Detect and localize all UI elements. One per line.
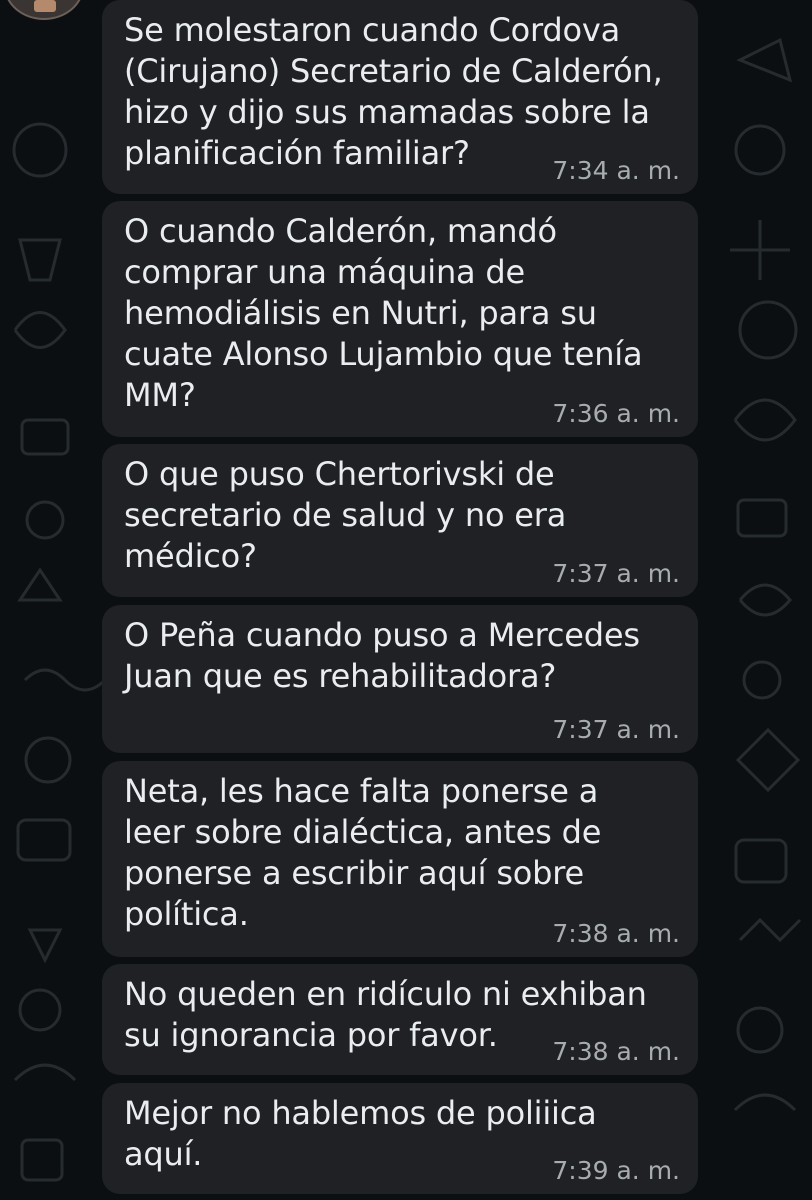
- message-timestamp: 7:37 a. m.: [552, 715, 680, 744]
- message-text: O cuando Calderón, mandó comprar una máq…: [124, 212, 643, 414]
- message-text: Se molestaron cuando Cordova (Cirujano) …: [124, 11, 663, 172]
- message-bubble[interactable]: O Peña cuando puso a Mercedes Juan que e…: [102, 605, 698, 753]
- message-text: O Peña cuando puso a Mercedes Juan que e…: [124, 616, 640, 695]
- message-timestamp: 7:39 a. m.: [552, 1156, 680, 1185]
- message-timestamp: 7:38 a. m.: [552, 919, 680, 948]
- message-timestamp: 7:37 a. m.: [552, 559, 680, 588]
- message-timestamp: 7:36 a. m.: [552, 399, 680, 428]
- message-bubble[interactable]: Mejor no hablemos de poliiica aquí. 7:39…: [102, 1083, 698, 1194]
- message-bubble[interactable]: No queden en ridículo ni exhiban su igno…: [102, 964, 698, 1075]
- message-bubble[interactable]: O que puso Chertorivski de secretario de…: [102, 444, 698, 597]
- message-bubble[interactable]: O cuando Calderón, mandó comprar una máq…: [102, 201, 698, 437]
- message-bubble[interactable]: Se molestaron cuando Cordova (Cirujano) …: [102, 0, 698, 194]
- message-text: Neta, les hace falta ponerse a leer sobr…: [124, 772, 602, 933]
- message-timestamp: 7:34 a. m.: [552, 156, 680, 185]
- chat-background: Se molestaron cuando Cordova (Cirujano) …: [0, 0, 812, 1200]
- message-timestamp: 7:38 a. m.: [552, 1037, 680, 1066]
- message-bubble[interactable]: Neta, les hace falta ponerse a leer sobr…: [102, 761, 698, 957]
- avatar-detail: [34, 0, 56, 12]
